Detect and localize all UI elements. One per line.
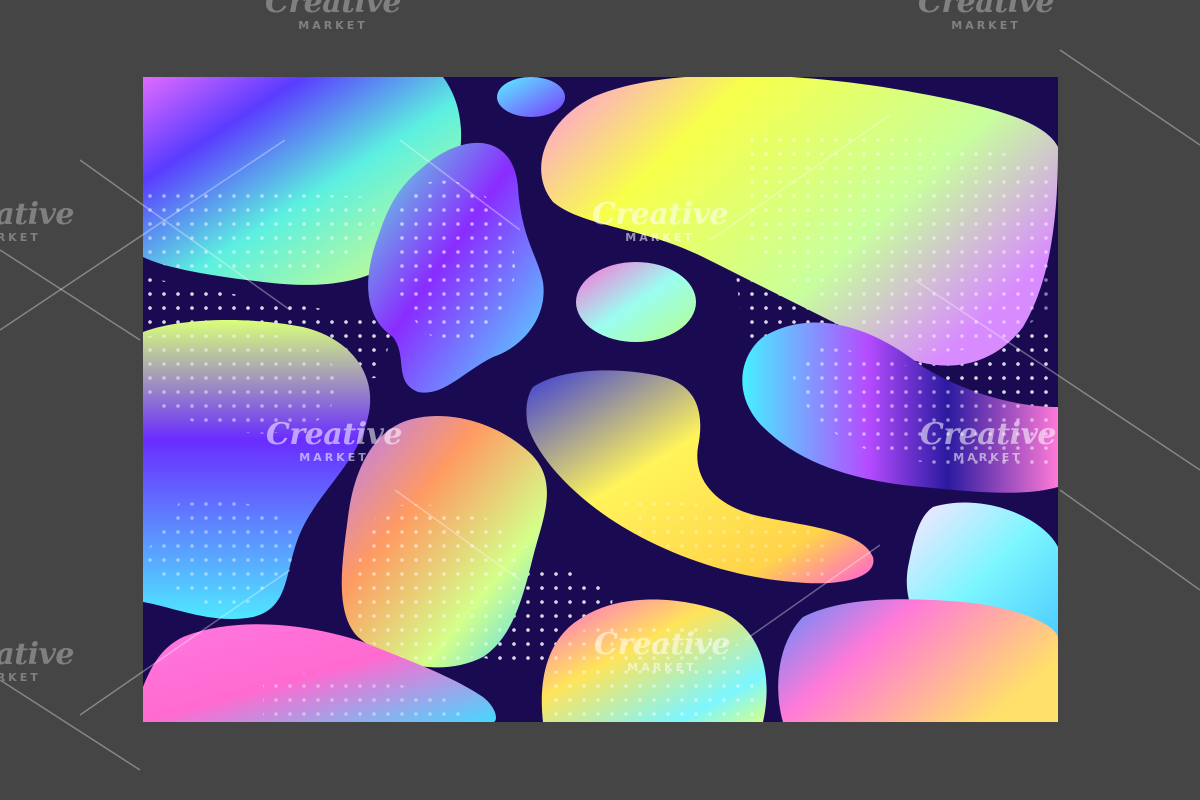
watermark-sub: MARKET: [0, 231, 41, 244]
watermark-brand: Creative: [0, 637, 74, 672]
watermark-sub: MARKET: [298, 19, 368, 32]
watermark-brand: Creative: [0, 197, 74, 232]
artwork-svg: [143, 77, 1058, 722]
watermark-logo: Creative MARKET: [918, 0, 1054, 31]
watermark-brand: Creative: [265, 0, 401, 20]
blob-bottom-right-lower: [778, 599, 1058, 722]
watermark-brand: Creative: [918, 0, 1054, 20]
blob-center-oval: [576, 262, 696, 342]
watermark-sub: MARKET: [951, 19, 1021, 32]
watermark-logo: Creative MARKET: [0, 197, 74, 244]
watermark-logo: Creative MARKET: [265, 0, 401, 31]
preview-canvas: Creative MARKET Creative MARKET Creative…: [0, 0, 1200, 800]
watermark-sub: MARKET: [0, 671, 41, 684]
watermark-logo: Creative MARKET: [0, 637, 74, 684]
abstract-artwork: [143, 77, 1058, 722]
blob-top-small: [497, 77, 565, 117]
